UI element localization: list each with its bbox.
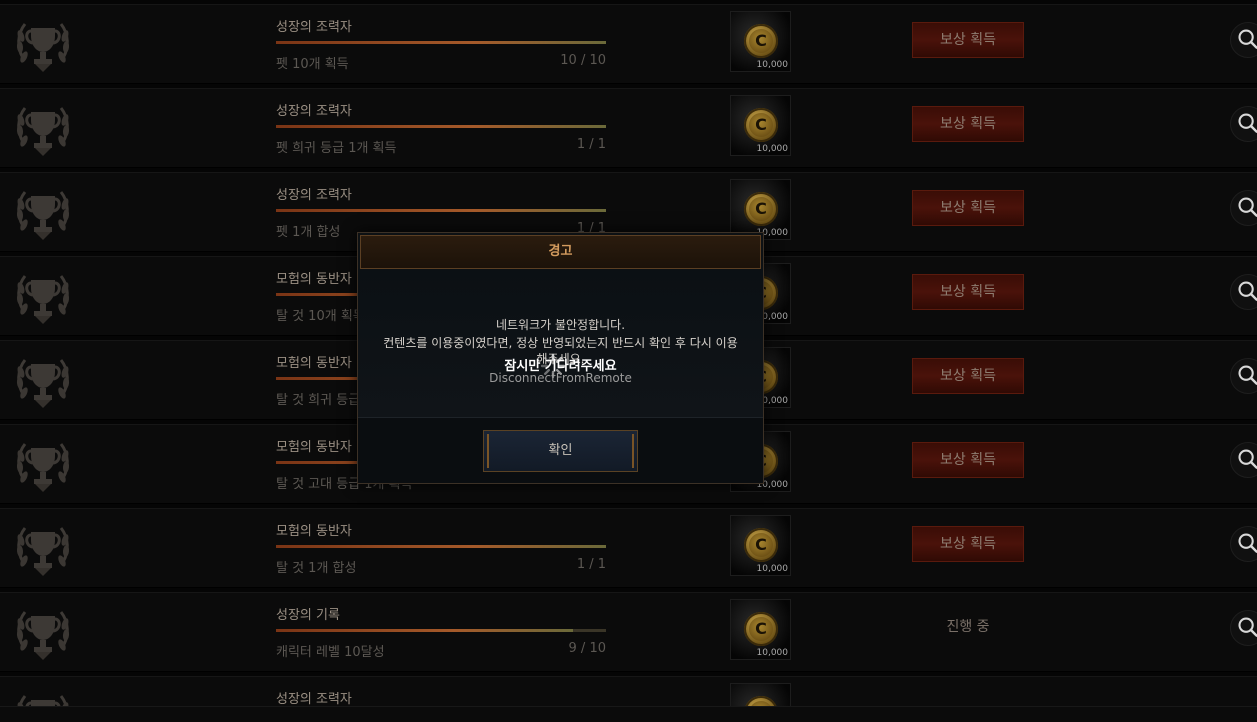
- progress-bar-fill: [276, 209, 606, 212]
- magnifier-icon[interactable]: [1230, 526, 1257, 562]
- dialog-message-line-1: 네트워크가 불안정합니다.: [495, 318, 626, 332]
- reward-item[interactable]: C 10,000: [730, 11, 791, 72]
- trophy-laurel-emblem-icon: [13, 182, 73, 244]
- claim-reward-button[interactable]: 보상 획득: [912, 106, 1024, 142]
- coin-glyph: C: [749, 29, 773, 53]
- trophy-laurel-emblem-icon: [13, 14, 73, 76]
- magnifier-icon[interactable]: [1230, 274, 1257, 310]
- achievement-description: 펫 희귀 등급 1개 획득: [276, 141, 397, 156]
- in-progress-status: 진행 중: [946, 619, 990, 635]
- claim-reward-button[interactable]: 보상 획득: [912, 274, 1024, 310]
- magnifier-icon[interactable]: [1230, 442, 1257, 478]
- reward-quantity: 10,000: [756, 144, 789, 154]
- achievement-title: 모험의 동반자: [276, 524, 352, 539]
- claim-reward-button[interactable]: 보상 획득: [912, 526, 1024, 562]
- coin-glyph: C: [749, 533, 773, 557]
- achievement-description: 펫 10개 획득: [276, 57, 349, 72]
- achievement-title: 모험의 동반자: [276, 272, 352, 287]
- coin-icon: C: [744, 108, 778, 142]
- claim-reward-button[interactable]: 보상 획득: [912, 358, 1024, 394]
- reward-item[interactable]: C 10,000: [730, 95, 791, 156]
- coin-icon: C: [744, 192, 778, 226]
- dialog-header: 경고: [360, 235, 761, 269]
- magnifier-icon[interactable]: [1230, 190, 1257, 226]
- claim-reward-button[interactable]: 보상 획득: [912, 442, 1024, 478]
- progress-bar: [276, 629, 606, 632]
- trophy-laurel-emblem-icon: [13, 518, 73, 580]
- claim-reward-button[interactable]: 보상 획득: [912, 190, 1024, 226]
- coin-glyph: C: [749, 197, 773, 221]
- reward-quantity: 10,000: [756, 60, 789, 70]
- confirm-button[interactable]: 확인: [483, 430, 638, 472]
- magnifier-icon[interactable]: [1230, 358, 1257, 394]
- trophy-laurel-emblem-icon: [13, 350, 73, 412]
- progress-bar-fill: [276, 629, 573, 632]
- claim-reward-button[interactable]: 보상 획득: [912, 22, 1024, 58]
- achievement-description: 탈 것 10개 획득: [276, 309, 365, 324]
- trophy-laurel-emblem-icon: [13, 266, 73, 328]
- achievement-screen: 성장의 조력자펫 10개 획득10 / 10C10,000보상 획득: [0, 0, 1257, 722]
- trophy-laurel-emblem-icon: [13, 434, 73, 496]
- magnifier-icon[interactable]: [1230, 22, 1257, 58]
- achievement-description: 탈 것 1개 합성: [276, 561, 357, 576]
- achievement-row: 모험의 동반자탈 것 1개 합성 1 / 1 C 10,000 보상 획득: [0, 508, 1257, 588]
- progress-bar: [276, 41, 606, 44]
- reward-item[interactable]: C10,000: [730, 179, 791, 240]
- progress-bar-fill: [276, 125, 606, 128]
- progress-bar: [276, 209, 606, 212]
- achievement-row: 성장의 기록캐릭터 레벨 10달성 9 / 10 C 10,000 진행 중: [0, 592, 1257, 672]
- reward-item[interactable]: C 10,000: [730, 515, 791, 576]
- progress-bar: [276, 125, 606, 128]
- warning-dialog: 경고 네트워크가 불안정합니다. 컨텐츠를 이용중이였다면, 정상 반영되었는지…: [357, 232, 764, 484]
- achievement-title: 모험의 동반자: [276, 440, 352, 455]
- magnifier-icon[interactable]: [1230, 106, 1257, 142]
- achievement-title: 성장의 조력자: [276, 104, 352, 119]
- magnifier-icon[interactable]: [1230, 610, 1257, 646]
- achievement-row: 성장의 조력자펫 희귀 등급 1개 획득 1 / 1 C 10,000 보상 획득: [0, 88, 1257, 168]
- achievement-title: 성장의 조력자: [276, 692, 352, 707]
- dialog-message-line-2: 컨텐츠를 이용중이였다면, 정상 반영되었는지 반드시 확인 후 다시 이용: [383, 336, 738, 350]
- achievement-title: 성장의 기록: [276, 608, 340, 623]
- achievement-description: 펫 1개 합성: [276, 225, 341, 240]
- achievement-title: 성장의 조력자: [276, 188, 352, 203]
- coin-icon: C: [744, 612, 778, 646]
- coin-icon: C: [744, 528, 778, 562]
- loading-subtext: DisconnectFromRemote: [489, 371, 632, 385]
- dialog-footer: 확인: [358, 417, 763, 483]
- achievement-title: 성장의 조력자: [276, 20, 352, 35]
- achievement-title: 모험의 동반자: [276, 356, 352, 371]
- reward-item[interactable]: C 10,000: [730, 599, 791, 660]
- dialog-body: 네트워크가 불안정합니다. 컨텐츠를 이용중이였다면, 정상 반영되었는지 반드…: [358, 269, 763, 417]
- coin-icon: C: [744, 24, 778, 58]
- trophy-laurel-emblem-icon: [13, 98, 73, 160]
- reward-quantity: 10,000: [756, 648, 789, 658]
- achievement-description: 캐릭터 레벨 10달성: [276, 645, 385, 660]
- progress-bar: [276, 545, 606, 548]
- progress-count: 1 / 1: [576, 137, 606, 152]
- progress-count: 10 / 10: [560, 53, 606, 68]
- progress-bar-fill: [276, 41, 606, 44]
- reward-quantity: 10,000: [756, 564, 789, 574]
- progress-bar-fill: [276, 545, 606, 548]
- progress-count: 9 / 10: [568, 641, 606, 656]
- trophy-laurel-emblem-icon: [13, 602, 73, 664]
- list-bottom-edge: [0, 706, 1257, 722]
- coin-glyph: C: [749, 113, 773, 137]
- achievement-row: 성장의 조력자펫 10개 획득 10 / 10 C 10,000 보상 획득: [0, 4, 1257, 84]
- coin-glyph: C: [749, 617, 773, 641]
- progress-count: 1 / 1: [576, 557, 606, 572]
- dialog-title: 경고: [548, 244, 573, 259]
